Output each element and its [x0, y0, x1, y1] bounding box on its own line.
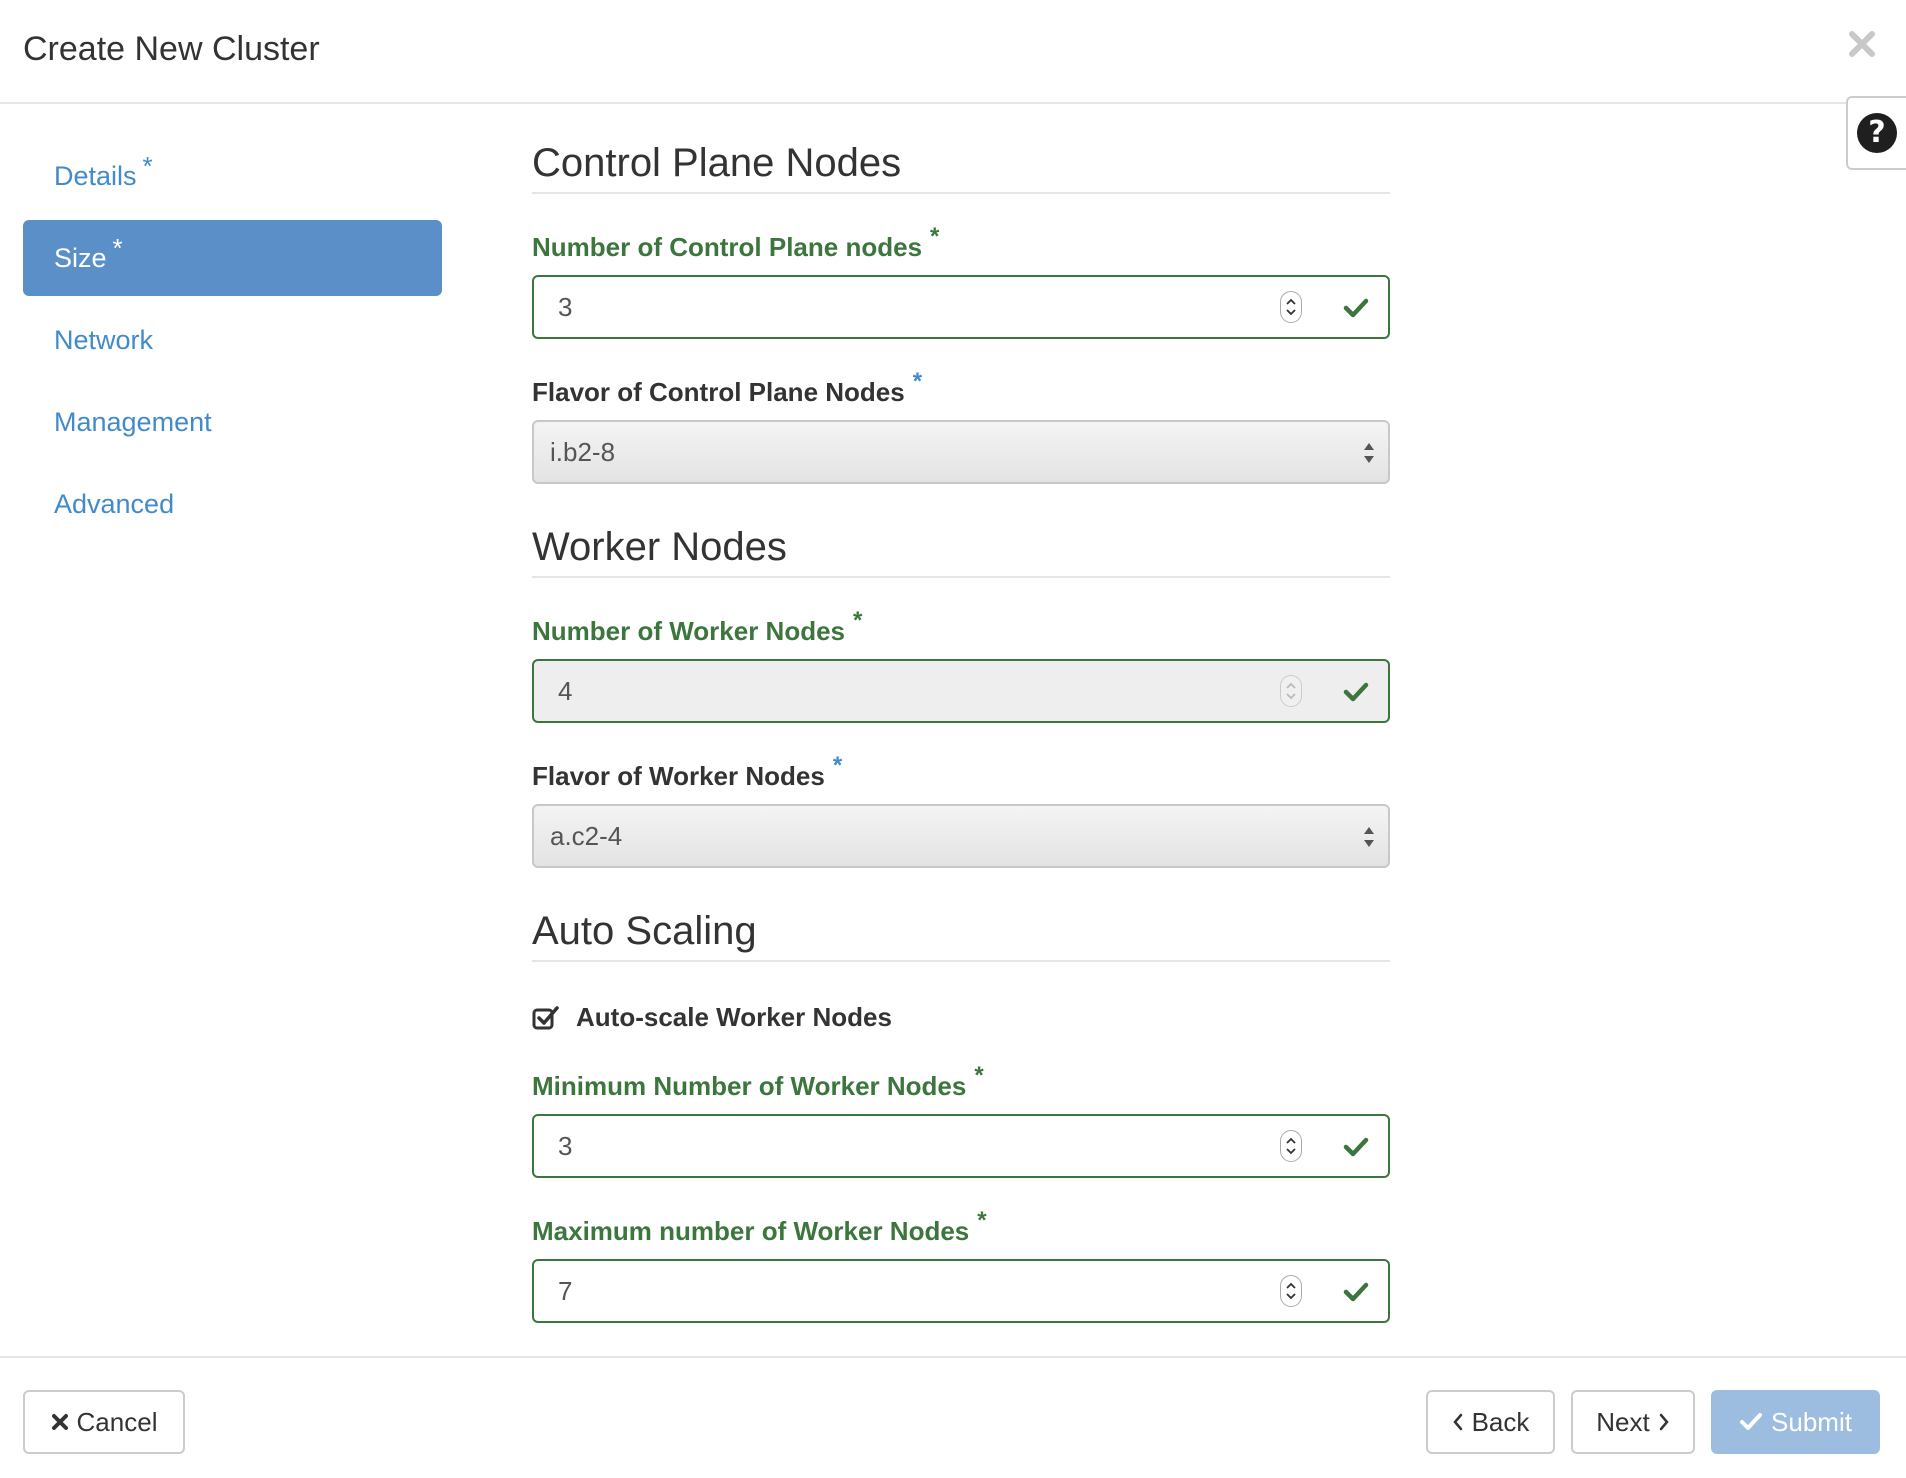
select-value: a.c2-4 [550, 820, 623, 851]
sidebar-item-advanced[interactable]: Advanced [23, 466, 442, 542]
required-marker: * [853, 607, 863, 634]
number-spinner-icon[interactable] [1280, 1275, 1302, 1307]
select-arrows-icon [1364, 443, 1374, 463]
sidebar-item-size[interactable]: Size * [23, 220, 442, 296]
sidebar-item-label: Details [54, 160, 137, 191]
checkmark-icon [1343, 1282, 1369, 1302]
worker-flavor-select[interactable]: a.c2-4 [532, 804, 1390, 868]
number-spinner-icon[interactable] [1280, 1130, 1302, 1162]
required-marker: * [974, 1062, 984, 1089]
control-plane-flavor-label: Flavor of Control Plane Nodes * [532, 368, 1390, 408]
label-text: Flavor of Control Plane Nodes [532, 377, 905, 407]
label-text: Number of Worker Nodes [532, 616, 846, 646]
checkmark-icon [1343, 1137, 1369, 1157]
sidebar-item-management[interactable]: Management [23, 384, 442, 460]
number-spinner-icon[interactable] [1280, 291, 1302, 323]
control-plane-count-label: Number of Control Plane nodes * [532, 223, 1390, 263]
modal-footer: Cancel Back Next Submit [0, 1356, 1906, 1478]
min-worker-label: Minimum Number of Worker Nodes * [532, 1062, 1390, 1102]
required-marker: * [912, 368, 923, 395]
sidebar-item-details[interactable]: Details * [23, 138, 442, 214]
min-worker-input[interactable]: 3 [532, 1114, 1390, 1178]
back-button[interactable]: Back [1426, 1390, 1555, 1454]
worker-flavor-label: Flavor of Worker Nodes * [532, 752, 1390, 792]
auto-scale-checkbox-row: Auto-scale Worker Nodes [532, 1002, 1390, 1033]
worker-count-label: Number of Worker Nodes * [532, 607, 1390, 647]
next-button[interactable]: Next [1571, 1390, 1695, 1454]
required-marker: * [112, 232, 123, 263]
label-text: Maximum number of Worker Nodes [532, 1216, 970, 1246]
check-icon [1739, 1411, 1763, 1433]
submit-button-label: Submit [1771, 1406, 1852, 1437]
next-button-label: Next [1596, 1406, 1650, 1437]
section-title-worker-nodes: Worker Nodes [532, 522, 1390, 578]
checkmark-icon [1343, 682, 1369, 702]
input-value: 4 [558, 675, 573, 706]
required-marker: * [977, 1207, 987, 1234]
cancel-button[interactable]: Cancel [23, 1390, 185, 1454]
checked-checkbox-icon[interactable] [532, 1004, 560, 1032]
input-value: 3 [558, 1130, 573, 1161]
input-value: 7 [558, 1275, 573, 1306]
modal-header: Create New Cluster [0, 0, 1906, 104]
close-button[interactable] [1842, 24, 1882, 64]
worker-count-input[interactable]: 4 [532, 659, 1390, 723]
label-text: Number of Control Plane nodes [532, 232, 923, 262]
required-marker: * [930, 223, 940, 250]
chevron-right-icon [1658, 1412, 1670, 1432]
section-title-control-plane: Control Plane Nodes [532, 138, 1390, 194]
control-plane-count-input[interactable]: 3 [532, 275, 1390, 339]
create-cluster-modal: Create New Cluster ? Details * Size * Ne… [0, 0, 1906, 1478]
sidebar-item-label: Management [54, 406, 212, 437]
size-form: Control Plane Nodes Number of Control Pl… [532, 138, 1390, 1323]
section-title-auto-scaling: Auto Scaling [532, 906, 1390, 962]
sidebar-item-network[interactable]: Network [23, 302, 442, 378]
control-plane-flavor-select[interactable]: i.b2-8 [532, 420, 1390, 484]
sidebar-item-label: Network [54, 324, 154, 355]
auto-scale-checkbox-label[interactable]: Auto-scale Worker Nodes [576, 1002, 892, 1033]
checkmark-icon [1343, 298, 1369, 318]
wizard-steps-sidebar: Details * Size * Network Management Adva… [23, 138, 442, 548]
modal-title: Create New Cluster [23, 30, 320, 68]
help-button[interactable]: ? [1846, 96, 1906, 170]
sidebar-item-label: Size [54, 242, 107, 273]
submit-button[interactable]: Submit [1711, 1390, 1880, 1454]
help-icon: ? [1857, 113, 1897, 153]
input-value: 3 [558, 291, 573, 322]
sidebar-item-label: Advanced [54, 488, 175, 519]
label-text: Minimum Number of Worker Nodes [532, 1071, 967, 1101]
cancel-button-label: Cancel [76, 1406, 158, 1437]
select-value: i.b2-8 [550, 436, 616, 467]
chevron-left-icon [1452, 1412, 1464, 1432]
close-icon [1849, 31, 1875, 57]
number-spinner-icon[interactable] [1280, 675, 1302, 707]
required-marker: * [142, 150, 153, 181]
max-worker-label: Maximum number of Worker Nodes * [532, 1207, 1390, 1247]
required-marker: * [832, 752, 843, 779]
max-worker-input[interactable]: 7 [532, 1259, 1390, 1323]
select-arrows-icon [1364, 827, 1374, 847]
x-icon [51, 1413, 69, 1431]
back-button-label: Back [1471, 1406, 1530, 1437]
label-text: Flavor of Worker Nodes [532, 761, 825, 791]
